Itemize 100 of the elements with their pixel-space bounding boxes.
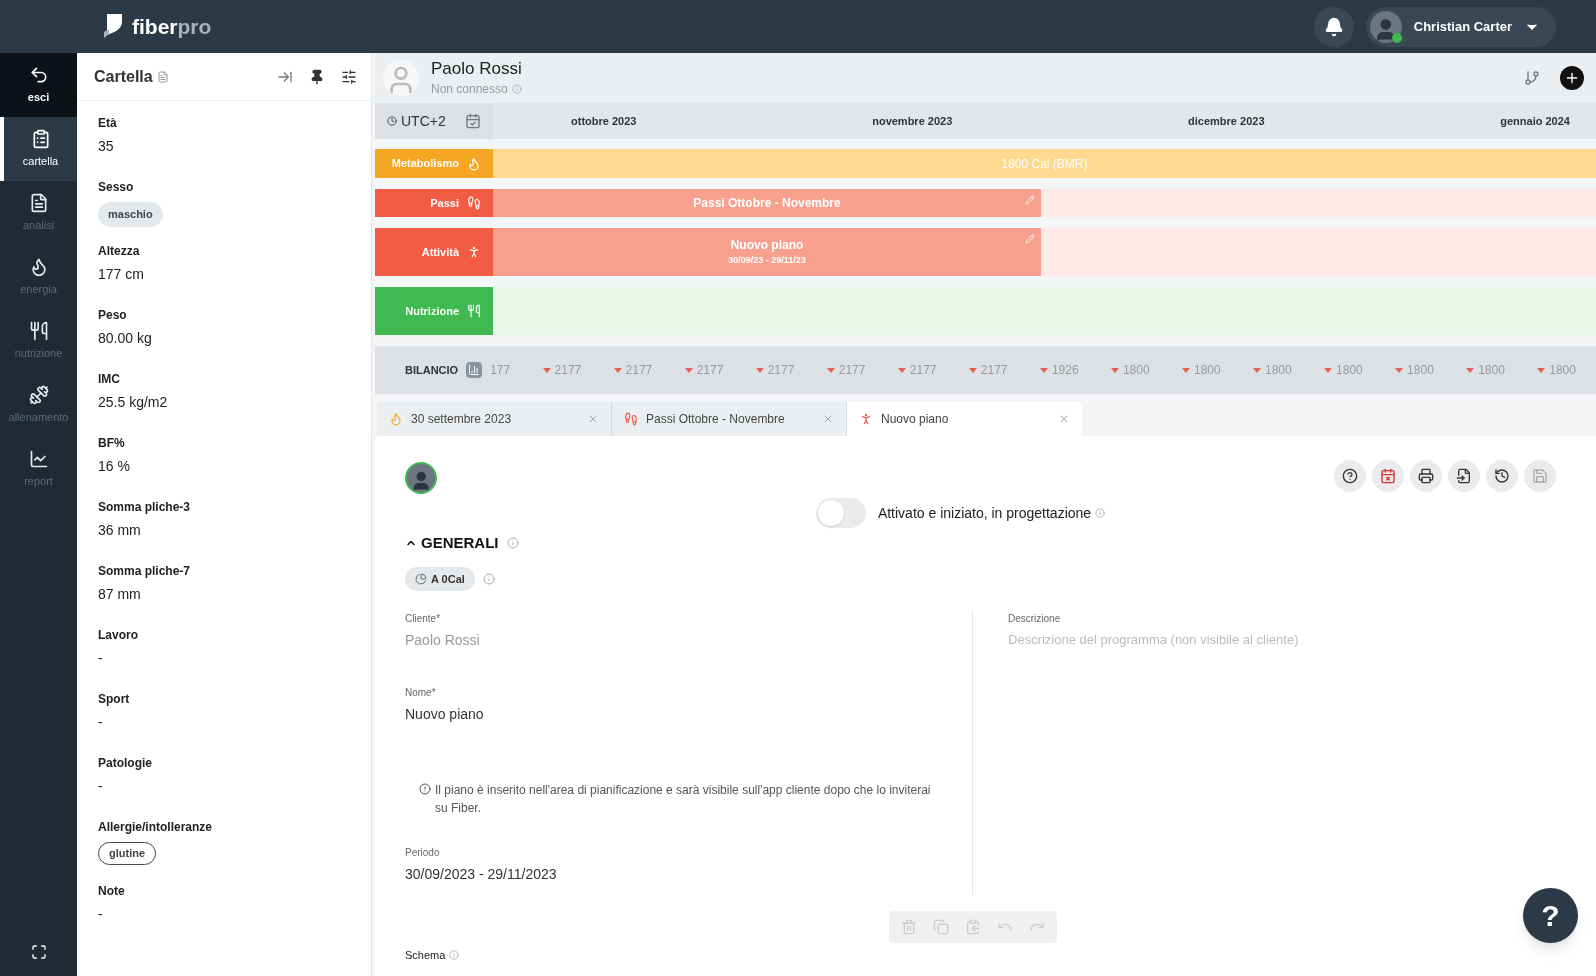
balance-value: 1800 bbox=[1265, 362, 1292, 379]
import-button[interactable] bbox=[1448, 460, 1480, 492]
save-button[interactable] bbox=[1524, 460, 1556, 492]
help-fab[interactable]: ? bbox=[1523, 888, 1578, 943]
balance-value: 1926 bbox=[1051, 362, 1079, 379]
lane-label: Metabolismo bbox=[391, 156, 459, 172]
close-icon[interactable] bbox=[822, 413, 834, 425]
bar-title: Passi Ottobre - Novembre bbox=[693, 195, 841, 212]
lane-header[interactable]: Nutrizione bbox=[375, 287, 493, 335]
branch-icon[interactable] bbox=[1524, 70, 1540, 86]
field-label: Allergie/intolleranze bbox=[98, 819, 214, 836]
file-import-icon bbox=[1456, 468, 1472, 484]
name-field[interactable]: Nuovo piano bbox=[405, 704, 972, 725]
nav-item[interactable]: report bbox=[0, 437, 77, 501]
field-label: Patologie bbox=[98, 755, 153, 772]
toggle-switch[interactable] bbox=[815, 498, 866, 528]
balance-value: 1800 bbox=[1336, 362, 1363, 379]
field-label: Descrizione bbox=[1008, 612, 1062, 626]
nav-item[interactable]: esci bbox=[0, 53, 77, 117]
fullscreen-icon[interactable] bbox=[30, 944, 47, 960]
pin-icon[interactable] bbox=[309, 68, 325, 85]
field-value: 87 mm bbox=[98, 585, 142, 604]
notes-icon bbox=[156, 70, 169, 83]
patient-avatar bbox=[383, 60, 419, 96]
field-value: - bbox=[98, 649, 104, 668]
timezone: UTC+2 bbox=[401, 111, 446, 131]
lane-label: Attività bbox=[421, 244, 459, 260]
section-toggle[interactable]: GENERALI bbox=[405, 532, 499, 555]
client-field: Paolo Rossi bbox=[405, 630, 972, 651]
nav-item[interactable]: nutrizione bbox=[0, 309, 77, 373]
patient-name: Paolo Rossi bbox=[431, 58, 522, 80]
bar-chart-icon[interactable] bbox=[466, 362, 483, 378]
bar-title: 1800 Cal (BMR) bbox=[1001, 155, 1088, 173]
field-label: Peso bbox=[98, 307, 128, 324]
field-label: Lavoro bbox=[98, 627, 139, 644]
month-label: dicembre 2023 bbox=[1188, 113, 1265, 129]
footprints-icon bbox=[467, 196, 481, 210]
logo-icon bbox=[104, 13, 124, 40]
plus-icon bbox=[1564, 70, 1580, 86]
print-button[interactable] bbox=[1410, 460, 1442, 492]
description-field[interactable]: Descrizione del programma (non visibile al cliente) bbox=[1008, 630, 1556, 650]
balance-value: 1800 bbox=[1549, 362, 1576, 379]
clock-icon bbox=[387, 116, 397, 126]
question-icon bbox=[1342, 468, 1358, 484]
calendar-x-icon bbox=[1380, 468, 1396, 484]
back-arrow-icon bbox=[28, 64, 49, 85]
nav-item[interactable]: energia bbox=[0, 245, 77, 309]
balance-value: 2177 bbox=[980, 362, 1008, 379]
panel-title: Cartella bbox=[94, 66, 153, 87]
fork-knife-icon bbox=[467, 304, 481, 318]
close-icon[interactable] bbox=[1058, 413, 1070, 425]
month-label: gennaio 2024 bbox=[1500, 113, 1570, 129]
settings-icon[interactable] bbox=[341, 68, 357, 85]
plan-notice: Il piano è inserito nell'area di pianificazione e sarà visibile sull'app cliente dopo che lo inviterai su Fiber. bbox=[435, 782, 932, 817]
period-field[interactable]: 30/09/2023 - 29/11/2023 bbox=[405, 864, 972, 885]
field-label: BF% bbox=[98, 435, 126, 452]
field-value: 25.5 kg/m2 bbox=[98, 393, 169, 412]
dumbbell-icon bbox=[28, 384, 49, 405]
balance-value: 2177 bbox=[696, 362, 724, 379]
month-label: ottobre 2023 bbox=[571, 113, 637, 129]
tab[interactable]: Passi Ottobre - Novembre bbox=[612, 402, 847, 436]
add-button[interactable] bbox=[1560, 66, 1584, 90]
field-label: Età bbox=[98, 115, 118, 132]
balance-value: 1800 bbox=[1193, 362, 1221, 379]
printer-icon bbox=[1418, 468, 1434, 484]
lane-header[interactable]: Metabolismo bbox=[375, 149, 493, 178]
help-button[interactable] bbox=[1334, 460, 1366, 492]
history-button[interactable] bbox=[1486, 460, 1518, 492]
balance-value: 177 bbox=[490, 362, 511, 379]
field-value: 16 % bbox=[98, 457, 131, 476]
calendar-icon[interactable] bbox=[465, 113, 481, 129]
field-label: Note bbox=[98, 883, 126, 900]
lane-label: Passi bbox=[430, 195, 459, 211]
save-icon bbox=[1532, 468, 1548, 484]
field-value: - bbox=[98, 905, 104, 924]
field-label: Cliente* bbox=[405, 612, 442, 626]
balance-value: 2177 bbox=[767, 362, 795, 379]
info-icon bbox=[1095, 508, 1106, 518]
toggle-label: Attivato e iniziato, in progettazione bbox=[877, 503, 1092, 523]
lane-header[interactable]: Attività bbox=[375, 228, 493, 276]
nav-item[interactable]: analisi bbox=[0, 181, 77, 245]
remove-date-button[interactable] bbox=[1372, 460, 1404, 492]
tab[interactable]: 30 settembre 2023 bbox=[377, 402, 612, 436]
close-icon[interactable] bbox=[587, 413, 599, 425]
timeline-bar[interactable]: Nuovo piano 30/09/23 - 29/11/23 bbox=[493, 228, 1041, 276]
timeline-bar[interactable]: Passi Ottobre - Novembre bbox=[493, 189, 1041, 217]
field-label: Altezza bbox=[98, 243, 141, 260]
lane-header[interactable]: Passi bbox=[375, 189, 493, 217]
field-label: Somma pliche-7 bbox=[98, 563, 192, 580]
field-value: 177 cm bbox=[98, 265, 145, 284]
nav-item[interactable]: allenamento bbox=[0, 373, 77, 437]
calorie-badge: A 0Cal bbox=[405, 566, 475, 591]
user-menu[interactable]: Christian Carter bbox=[1365, 6, 1556, 47]
history-icon bbox=[1494, 468, 1510, 484]
balance-label: BILANCIO bbox=[405, 362, 459, 378]
field-value: - bbox=[98, 777, 104, 796]
field-value: 36 mm bbox=[98, 521, 142, 540]
field-value: - bbox=[98, 713, 104, 732]
alert-icon bbox=[419, 783, 431, 795]
tab[interactable]: Nuovo piano bbox=[847, 402, 1082, 436]
